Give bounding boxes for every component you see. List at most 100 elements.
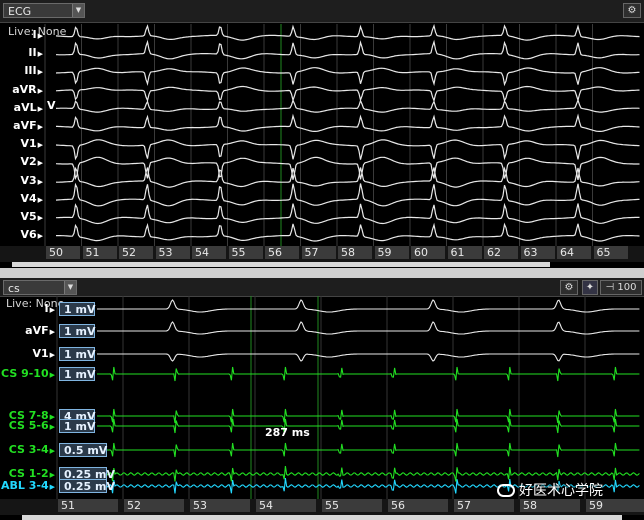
caret-right-icon: ▶ — [37, 177, 43, 186]
cs-trace — [97, 353, 640, 362]
cs-time-tick: 59 — [586, 499, 644, 512]
cs-lead-name: CS 5-6 — [8, 419, 49, 432]
ecg-trace-V3 — [56, 166, 640, 188]
ecg-time-tick: 52 — [119, 246, 153, 259]
ecg-lead-name: V3 — [20, 173, 37, 187]
ecg-trace-V6 — [56, 222, 640, 242]
cs-time-axis: 51 52 53 54 55 56 57 58 59 — [0, 499, 644, 515]
caret-right-icon: ▶ — [49, 423, 55, 431]
ecg-trace-V2 — [55, 156, 640, 181]
ecg-time-tick: 65 — [593, 246, 628, 259]
cs-scale-badge[interactable]: 1 mV — [59, 347, 95, 361]
ecg-lead-label-aVR[interactable]: aVR▶ — [0, 83, 43, 96]
ecg-trace-aVF — [56, 113, 640, 132]
ecg-time-tick: 58 — [338, 246, 372, 259]
ecg-time-tick: 54 — [192, 246, 226, 259]
ecg-time-tick: 62 — [484, 246, 518, 259]
cs-lead-name: CS 3-4 — [8, 443, 49, 456]
ecg-time-tick: 59 — [374, 246, 409, 259]
ecg-time-tick: 55 — [228, 246, 263, 259]
caret-right-icon: ▶ — [37, 232, 43, 241]
cs-time-tick: 52 — [124, 499, 184, 512]
ecg-lead-name: I — [32, 28, 37, 41]
cs-time-tick: 53 — [190, 499, 250, 512]
cs-trace — [97, 442, 640, 458]
ecg-lead-label-V1[interactable]: V1▶ — [0, 137, 43, 150]
ecg-lead-label-V4[interactable]: V4▶ — [0, 192, 43, 205]
caret-right-icon: ▶ — [37, 214, 43, 222]
cs-lead-label[interactable]: V1▶ — [0, 347, 55, 360]
cs-time-tick: 57 — [454, 499, 514, 512]
ecg-lead-label-V6[interactable]: V6▶ — [0, 228, 43, 241]
ecg-panel: ECG ▼ ⚙ Live: None I▶ II▶ III▶ aVR▶ aVL▶ aVF▶… — [0, 0, 644, 268]
cs-scale-badge[interactable]: 0.25 mV — [59, 479, 115, 493]
caret-right-icon: ▶ — [49, 371, 55, 379]
watermark: 好医术心学院 — [497, 480, 603, 500]
ecg-trace-aVR — [55, 85, 640, 103]
cs-lead-label[interactable]: CS 5-6▶ — [0, 419, 55, 432]
cs-lead-label[interactable]: aVF▶ — [0, 324, 55, 337]
ecg-lead-label-V5[interactable]: V5▶ — [0, 210, 43, 223]
ecg-time-tick: 53 — [155, 246, 190, 259]
cs-lead-name: V1 — [32, 347, 49, 360]
cs-scale-badge[interactable]: 1 mV — [59, 302, 95, 316]
cs-lead-label[interactable]: CS 3-4▶ — [0, 443, 55, 456]
cs-time-tick: 55 — [322, 499, 382, 512]
ecg-time-tick: 50 — [46, 246, 80, 259]
ecg-trace-V4 — [55, 182, 640, 207]
ecg-lead-name: V1 — [20, 137, 37, 151]
ecg-lead-label-II[interactable]: II▶ — [0, 46, 43, 59]
cs-time-tick: 51 — [58, 499, 118, 512]
ecg-time-tick: 60 — [411, 246, 445, 259]
ecg-lead-label-aVL[interactable]: aVL▶ — [0, 101, 43, 114]
ecg-waveform-area — [44, 23, 640, 246]
caret-right-icon: ▶ — [49, 328, 55, 336]
cs-scale-badge[interactable]: 0.5 mV — [59, 443, 107, 457]
caret-right-icon: ▶ — [37, 195, 43, 204]
ecg-time-tick: 61 — [447, 246, 482, 259]
ecg-lead-name: II — [28, 46, 37, 60]
ecg-lead-label-V3[interactable]: V3▶ — [0, 174, 43, 187]
cs-lead-name: CS 9-10 — [1, 367, 49, 380]
cs-trace — [97, 408, 640, 424]
ecg-lead-name: V2 — [20, 155, 37, 169]
cs-lead-label[interactable]: CS 9-10▶ — [0, 367, 55, 380]
cs-scale-badge[interactable]: 1 mV — [59, 324, 95, 338]
caret-right-icon: ▶ — [37, 123, 43, 131]
watermark-text: 好医术心学院 — [519, 483, 603, 499]
ecg-lead-name: aVF — [13, 119, 37, 132]
cs-scale-badge[interactable]: 1 mV — [59, 367, 95, 381]
ecg-lead-name: III — [24, 64, 37, 78]
ecg-scrollbar[interactable] — [12, 262, 550, 267]
cs-time-tick: 58 — [520, 499, 580, 512]
ecg-lead-name: V6 — [20, 228, 37, 242]
cs-time-tick: 54 — [256, 499, 316, 512]
ecg-lead-label-V2[interactable]: V2▶ — [0, 155, 43, 168]
caret-right-icon: ▶ — [37, 32, 43, 40]
caret-right-icon: ▶ — [49, 471, 55, 479]
ecg-trace-III — [55, 67, 640, 87]
caret-right-icon: ▶ — [49, 447, 55, 455]
caret-right-icon: ▶ — [37, 50, 43, 59]
chat-logo-icon — [497, 484, 515, 497]
ecg-lead-label-aVF[interactable]: aVF▶ — [0, 119, 43, 132]
cs-scrollbar[interactable] — [22, 515, 622, 520]
cs-lead-label[interactable]: ABL 3-4▶ — [0, 479, 55, 492]
cs-lead-name: I — [44, 302, 49, 315]
caret-right-icon: ▶ — [49, 306, 55, 314]
caret-right-icon: ▶ — [37, 141, 43, 150]
caret-right-icon: ▶ — [37, 104, 43, 113]
interval-annotation: 287 ms — [265, 426, 310, 439]
cs-time-tick: 56 — [388, 499, 448, 512]
caret-right-icon: ▶ — [49, 483, 55, 491]
ecg-lead-name: V5 — [20, 210, 37, 223]
ecg-lead-label-III[interactable]: III▶ — [0, 64, 43, 77]
cs-lead-label[interactable]: I▶ — [0, 302, 55, 315]
ecg-trace-V5 — [56, 202, 640, 225]
ecg-lead-name: V4 — [20, 191, 37, 205]
cs-trace — [97, 299, 640, 313]
cs-scale-badge[interactable]: 1 mV — [59, 419, 95, 433]
cs-lead-name: ABL 3-4 — [1, 479, 49, 492]
cs-trace — [97, 366, 640, 382]
ecg-lead-label-I[interactable]: I▶ — [0, 28, 43, 41]
